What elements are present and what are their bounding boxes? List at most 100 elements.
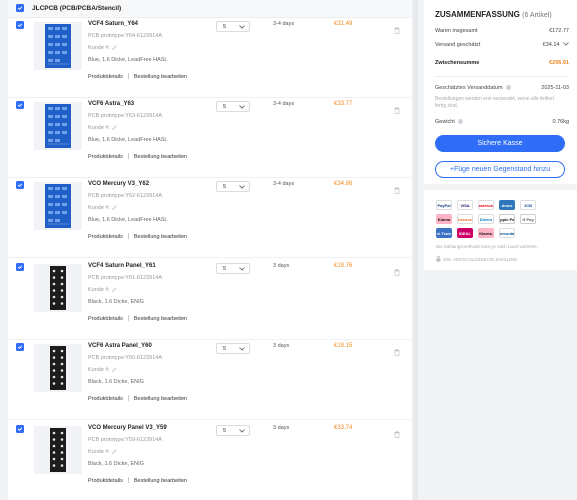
shipping-row[interactable]: Versand geschätzt €34.14 [435,42,569,48]
add-item-button[interactable]: +Füge neuen Gegenstand hinzu [435,161,565,178]
edit-icon[interactable] [111,287,117,292]
item-name[interactable]: VCO Mercury V3_Y62 [88,181,149,187]
link-divider [127,395,129,401]
item-name[interactable]: VCF6 Astra_Y63 [88,101,134,107]
item-spec: Black, 1.6 Dicke, ENIG [88,379,144,385]
chevron-down-icon [239,267,245,271]
pcb-thumbnail[interactable] [34,102,82,150]
payment-logo: Klarna [436,214,452,224]
chevron-down-icon [239,25,245,29]
pcb-thumbnail[interactable] [34,426,82,474]
item-prototype: PCB prototype:Y61-6123914A [88,275,162,281]
goods-total-row: Waren insgesamt €172.77 [435,28,569,34]
edit-order-link[interactable]: Bestellung bearbeiten [134,74,187,80]
group-checkbox[interactable] [16,4,24,12]
edit-icon[interactable] [111,449,117,454]
check-icon [17,265,23,270]
item-customer-number: Kunde #: [88,45,117,51]
cart-item: VCF6 Astra_Y63 PCB prototype:Y63-6123914… [8,98,412,178]
item-checkbox[interactable] [16,181,24,189]
item-name[interactable]: VCO Mercury Panel V3_Y59 [88,425,167,431]
item-checkbox[interactable] [16,343,24,351]
edit-icon[interactable] [111,45,117,50]
checkout-button[interactable]: Sichere Kasse [435,135,565,152]
edit-order-link[interactable]: Bestellung bearbeiten [134,478,187,484]
edit-order-link[interactable]: Bestellung bearbeiten [134,396,187,402]
payment-logo: iDEAL [457,228,473,238]
trash-icon[interactable] [394,343,400,361]
product-details-link[interactable]: Produktdetails [88,154,123,160]
build-time: 3 days [273,263,290,269]
item-spec: Black, 1.6 Dicke, ENIG [88,461,144,467]
edit-icon[interactable] [111,367,117,372]
item-name[interactable]: VCF4 Saturn Panel_Y61 [88,263,156,269]
item-spec: Blue, 1.6 Dicke, LeadFree HASL [88,137,168,143]
ship-note: Bestellungen werden erst versendet, wenn… [435,96,554,109]
pcb-thumbnail[interactable] [34,264,82,312]
weight-row: Gewicht 0.76kg [435,119,569,125]
product-details-link[interactable]: Produktdetails [88,478,123,484]
chevron-down-icon [239,105,245,109]
edit-order-link[interactable]: Bestellung bearbeiten [134,154,187,160]
scroll-separator [413,0,418,500]
item-name[interactable]: VCF6 Astra Panel_Y60 [88,343,152,349]
cart-item: VCF4 Saturn_Y64 PCB prototype:Y64-612391… [8,18,412,98]
product-details-link[interactable]: Produktdetails [88,396,123,402]
item-customer-number: Kunde #: [88,287,117,293]
pcb-thumbnail[interactable] [34,22,82,70]
trash-icon[interactable] [394,425,400,443]
quantity-select[interactable]: 5 [216,181,250,192]
payment-methods-panel: PayPal VISA Mastercard Amex JCB Klarna Discove… [424,190,577,270]
product-details-link[interactable]: Produktdetails [88,316,123,322]
quantity-select[interactable]: 5 [216,21,250,32]
quantity-select[interactable]: 5 [216,101,250,112]
trash-icon[interactable] [394,181,400,199]
check-icon [17,427,23,432]
cart-item: VCF4 Saturn Panel_Y61 PCB prototype:Y61-… [8,260,412,340]
item-prototype: PCB prototype:Y60-6123914A [88,355,162,361]
trash-icon[interactable] [394,263,400,281]
summary-panel: ZUSAMMENFASSUNG (6 Artikel) Waren insges… [424,0,577,184]
item-spec: Blue, 1.6 Dicke, LeadFree HASL [88,57,168,63]
item-checkbox[interactable] [16,425,24,433]
build-time: 3 days [273,343,290,349]
trash-icon[interactable] [394,21,400,39]
payment-logo: Bancontact [499,228,515,238]
edit-icon[interactable] [111,205,117,210]
edit-icon[interactable] [111,125,117,130]
item-links: Produktdetails Bestellung bearbeiten [88,395,187,402]
help-icon[interactable] [505,85,511,90]
build-time: 3-4 days [273,101,295,107]
pcb-thumbnail[interactable] [34,182,82,230]
quantity-select[interactable]: 5 [216,343,250,354]
item-checkbox[interactable] [16,101,24,109]
quantity-select[interactable]: 5 [216,425,250,436]
chevron-down-icon[interactable] [563,42,569,46]
edit-order-link[interactable]: Bestellung bearbeiten [134,234,187,240]
pcb-thumbnail[interactable] [34,344,82,392]
payment-logo: Diners [478,214,494,224]
item-checkbox[interactable] [16,263,24,271]
item-links: Produktdetails Bestellung bearbeiten [88,73,187,80]
item-name[interactable]: VCF4 Saturn_Y64 [88,21,138,27]
item-customer-number: Kunde #: [88,367,117,373]
trash-icon[interactable] [394,101,400,119]
product-details-link[interactable]: Produktdetails [88,74,123,80]
link-divider [127,73,129,79]
group-title: JLCPCB (PCB/PCBA/Stencil) [32,5,122,12]
item-price: €33.77 [334,101,353,107]
help-icon[interactable] [457,119,463,124]
item-price: €34.86 [334,181,353,187]
ship-date-row: Geschätztes Versanddatum 2025-11-03 [435,85,569,91]
check-icon [17,103,23,108]
quantity-select[interactable]: 5 [216,263,250,274]
item-prototype: PCB prototype:Y63-6123914A [88,113,162,119]
page: JLCPCB (PCB/PCBA/Stencil) VCF4 Saturn_Y6… [0,0,577,500]
payment-logo: Amex [499,200,515,210]
product-details-link[interactable]: Produktdetails [88,234,123,240]
item-price: €31.49 [334,21,353,27]
payment-logo: JCB [520,200,536,210]
edit-order-link[interactable]: Bestellung bearbeiten [134,316,187,322]
item-checkbox[interactable] [16,21,24,29]
item-prototype: PCB prototype:Y59-6123914A [88,437,162,443]
